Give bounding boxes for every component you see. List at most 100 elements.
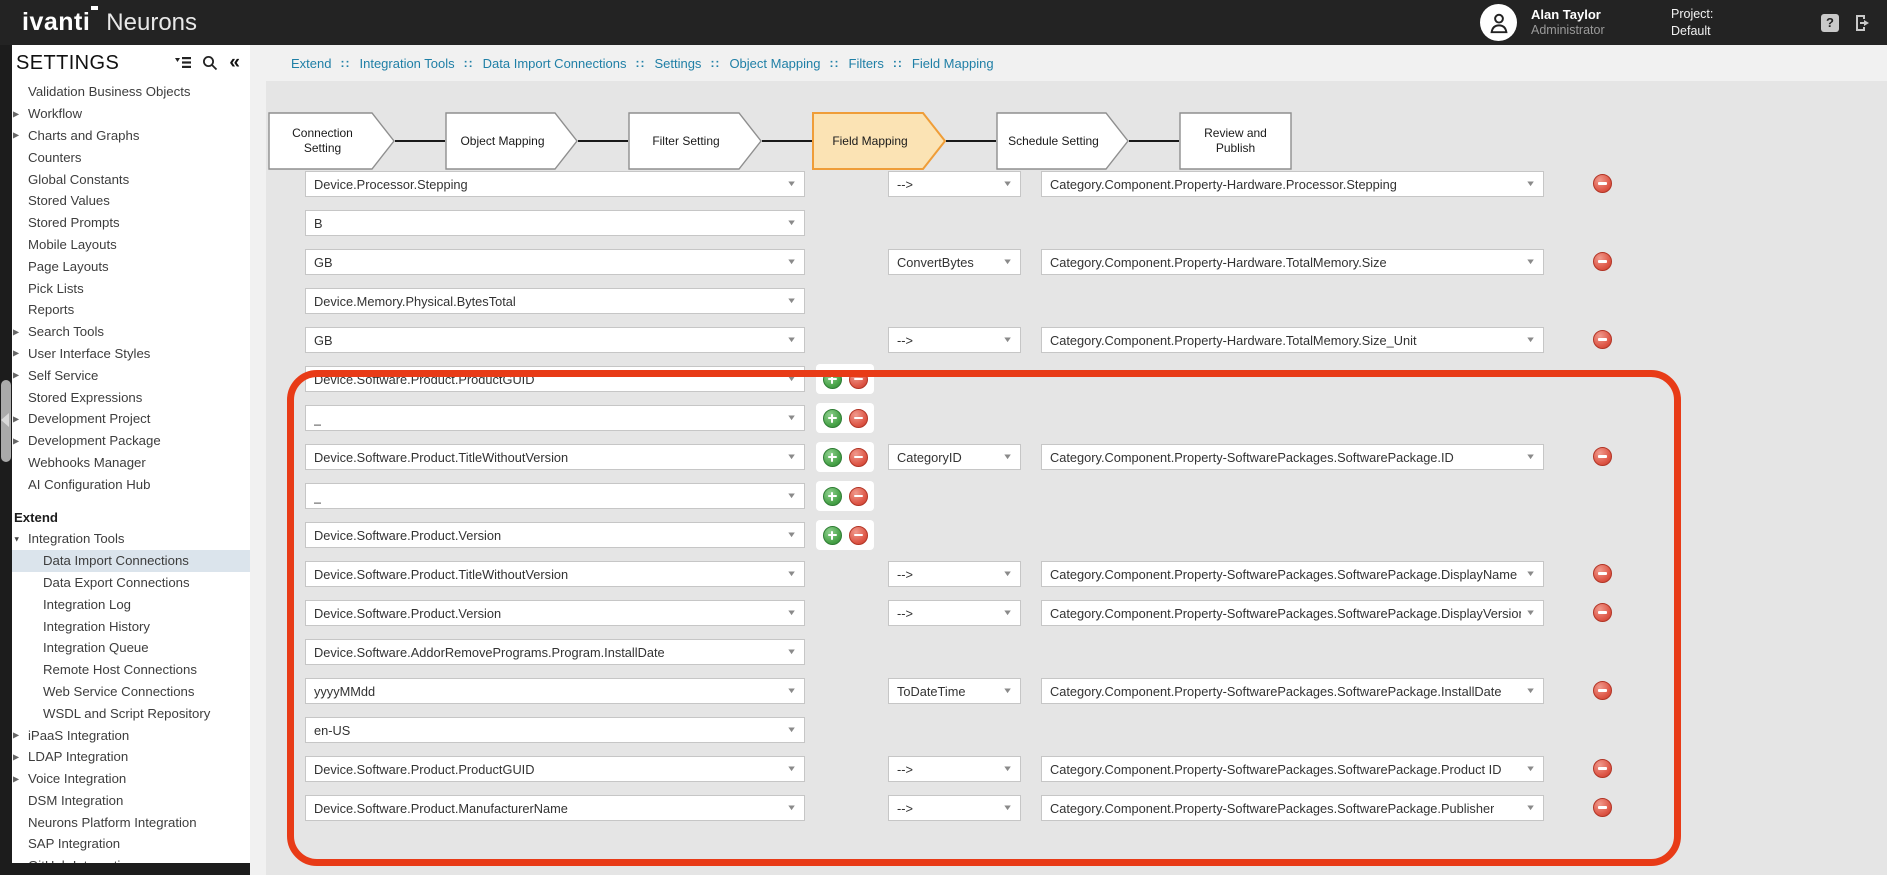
sidebar-item-self-service[interactable]: ▶Self Service [0, 364, 250, 386]
sidebar-item-web-service-connections[interactable]: Web Service Connections [0, 681, 250, 703]
source-select[interactable]: GB▼ [305, 327, 805, 353]
add-row-icon[interactable] [823, 487, 842, 506]
chevron-right-icon[interactable]: ▶ [13, 774, 19, 783]
sidebar-item-pick-lists[interactable]: Pick Lists [0, 277, 250, 299]
sidebar-item-integration-queue[interactable]: Integration Queue [0, 637, 250, 659]
remove-row-icon[interactable] [849, 526, 868, 545]
sidebar-item-stored-prompts[interactable]: Stored Prompts [0, 212, 250, 234]
remove-row-icon[interactable] [1593, 603, 1612, 622]
sidebar-item-user-interface-styles[interactable]: ▶User Interface Styles [0, 343, 250, 365]
add-row-icon[interactable] [823, 526, 842, 545]
sidebar-item-ipaas-integration[interactable]: ▶iPaaS Integration [0, 724, 250, 746]
sidebar-item-wsdl-and-script-repository[interactable]: WSDL and Script Repository [0, 702, 250, 724]
collapse-sidebar-icon[interactable]: « [229, 53, 240, 72]
func-select[interactable]: -->▼ [888, 561, 1021, 587]
remove-row-icon[interactable] [1593, 252, 1612, 271]
sidebar-item-data-import-connections[interactable]: Data Import Connections [0, 550, 250, 572]
sidebar-item-stored-expressions[interactable]: Stored Expressions [0, 386, 250, 408]
func-select[interactable]: -->▼ [888, 600, 1021, 626]
chevron-right-icon[interactable]: ▶ [13, 349, 19, 358]
remove-row-icon[interactable] [849, 448, 868, 467]
source-select[interactable]: Device.Software.Product.ManufacturerName… [305, 795, 805, 821]
source-select[interactable]: B▼ [305, 210, 805, 236]
sidebar-item-data-export-connections[interactable]: Data Export Connections [0, 572, 250, 594]
sidebar-item-development-project[interactable]: ▶Development Project [0, 408, 250, 430]
sidebar-item-charts-and-graphs[interactable]: ▶Charts and Graphs [0, 125, 250, 147]
step-field-mapping[interactable]: Field Mapping [812, 112, 946, 170]
chevron-right-icon[interactable]: ▶ [13, 414, 19, 423]
step-schedule-setting[interactable]: Schedule Setting [996, 112, 1129, 170]
func-select[interactable]: ToDateTime▼ [888, 678, 1021, 704]
remove-row-icon[interactable] [849, 487, 868, 506]
source-select[interactable]: Device.Software.Product.TitleWithoutVers… [305, 561, 805, 587]
chevron-right-icon[interactable]: ▶ [13, 371, 19, 380]
step-filter-setting[interactable]: Filter Setting [628, 112, 762, 170]
breadcrumb-item-extend[interactable]: Extend [291, 56, 331, 71]
breadcrumb-item-integration-tools[interactable]: Integration Tools [359, 56, 454, 71]
source-select[interactable]: Device.Software.Product.TitleWithoutVers… [305, 444, 805, 470]
target-select[interactable]: Category.Component.Property-SoftwarePack… [1041, 444, 1544, 470]
step-connection-setting[interactable]: Connection Setting [268, 112, 395, 170]
add-row-icon[interactable] [823, 448, 842, 467]
breadcrumb-item-field-mapping[interactable]: Field Mapping [912, 56, 994, 71]
sidebar-item-reports[interactable]: Reports [0, 299, 250, 321]
func-select[interactable]: -->▼ [888, 756, 1021, 782]
target-select[interactable]: Category.Component.Property-SoftwarePack… [1041, 561, 1544, 587]
breadcrumb-item-filters[interactable]: Filters [849, 56, 884, 71]
sidebar-item-ai-configuration-hub[interactable]: AI Configuration Hub [0, 473, 250, 495]
sidebar-item-voice-integration[interactable]: ▶Voice Integration [0, 768, 250, 790]
sidebar-collapse-handle-icon[interactable] [1, 413, 9, 427]
chevron-right-icon[interactable]: ▶ [13, 731, 19, 740]
sidebar-item-remote-host-connections[interactable]: Remote Host Connections [0, 659, 250, 681]
sidebar-item-validation-business-objects[interactable]: Validation Business Objects [0, 81, 250, 103]
chevron-right-icon[interactable]: ▶ [13, 436, 19, 445]
remove-row-icon[interactable] [1593, 564, 1612, 583]
target-select[interactable]: Category.Component.Property-Hardware.Tot… [1041, 249, 1544, 275]
project-value[interactable]: Default [1671, 23, 1761, 39]
func-select[interactable]: -->▼ [888, 327, 1021, 353]
func-select[interactable]: CategoryID▼ [888, 444, 1021, 470]
logout-icon[interactable] [1853, 13, 1873, 33]
sidebar-item-global-constants[interactable]: Global Constants [0, 168, 250, 190]
sidebar-item-mobile-layouts[interactable]: Mobile Layouts [0, 234, 250, 256]
remove-row-icon[interactable] [1593, 798, 1612, 817]
chevron-down-icon[interactable]: ▼ [13, 534, 20, 543]
remove-row-icon[interactable] [1593, 681, 1612, 700]
breadcrumb-item-object-mapping[interactable]: Object Mapping [729, 56, 820, 71]
sidebar-item-sap-integration[interactable]: SAP Integration [0, 833, 250, 855]
chevron-right-icon[interactable]: ▶ [13, 131, 19, 140]
help-icon[interactable]: ? [1821, 14, 1839, 32]
remove-row-icon[interactable] [1593, 447, 1612, 466]
source-select[interactable]: Device.Software.Product.Version▼ [305, 522, 805, 548]
sidebar-item-neurons-platform-integration[interactable]: Neurons Platform Integration [0, 811, 250, 833]
chevron-right-icon[interactable]: ▶ [13, 109, 19, 118]
target-select[interactable]: Category.Component.Property-SoftwarePack… [1041, 600, 1544, 626]
sidebar-item-integration-history[interactable]: Integration History [0, 615, 250, 637]
chevron-right-icon[interactable]: ▶ [13, 327, 19, 336]
user-avatar[interactable] [1480, 4, 1517, 41]
chevron-right-icon[interactable]: ▶ [13, 752, 19, 761]
step-review-and-publish[interactable]: Review and Publish [1179, 112, 1292, 170]
sidebar-scrollbar-vertical[interactable] [0, 45, 12, 875]
breadcrumb-item-settings[interactable]: Settings [654, 56, 701, 71]
remove-row-icon[interactable] [1593, 174, 1612, 193]
func-select[interactable]: -->▼ [888, 795, 1021, 821]
remove-row-icon[interactable] [849, 370, 868, 389]
source-select[interactable]: yyyyMMdd▼ [305, 678, 805, 704]
sidebar-item-webhooks-manager[interactable]: Webhooks Manager [0, 452, 250, 474]
source-select[interactable]: Device.Processor.Stepping▼ [305, 171, 805, 197]
source-select[interactable]: Device.Software.Product.Version▼ [305, 600, 805, 626]
source-select[interactable]: _▼ [305, 405, 805, 431]
sidebar-item-development-package[interactable]: ▶Development Package [0, 430, 250, 452]
remove-row-icon[interactable] [849, 409, 868, 428]
func-select[interactable]: -->▼ [888, 171, 1021, 197]
sidebar-item-integration-tools[interactable]: ▼Integration Tools [0, 528, 250, 550]
breadcrumb-item-data-import-connections[interactable]: Data Import Connections [483, 56, 627, 71]
remove-row-icon[interactable] [1593, 759, 1612, 778]
search-icon[interactable] [202, 55, 218, 71]
filter-icon[interactable] [175, 57, 191, 70]
step-object-mapping[interactable]: Object Mapping [445, 112, 578, 170]
source-select[interactable]: Device.Software.Product.ProductGUID▼ [305, 366, 805, 392]
add-row-icon[interactable] [823, 409, 842, 428]
target-select[interactable]: Category.Component.Property-SoftwarePack… [1041, 756, 1544, 782]
